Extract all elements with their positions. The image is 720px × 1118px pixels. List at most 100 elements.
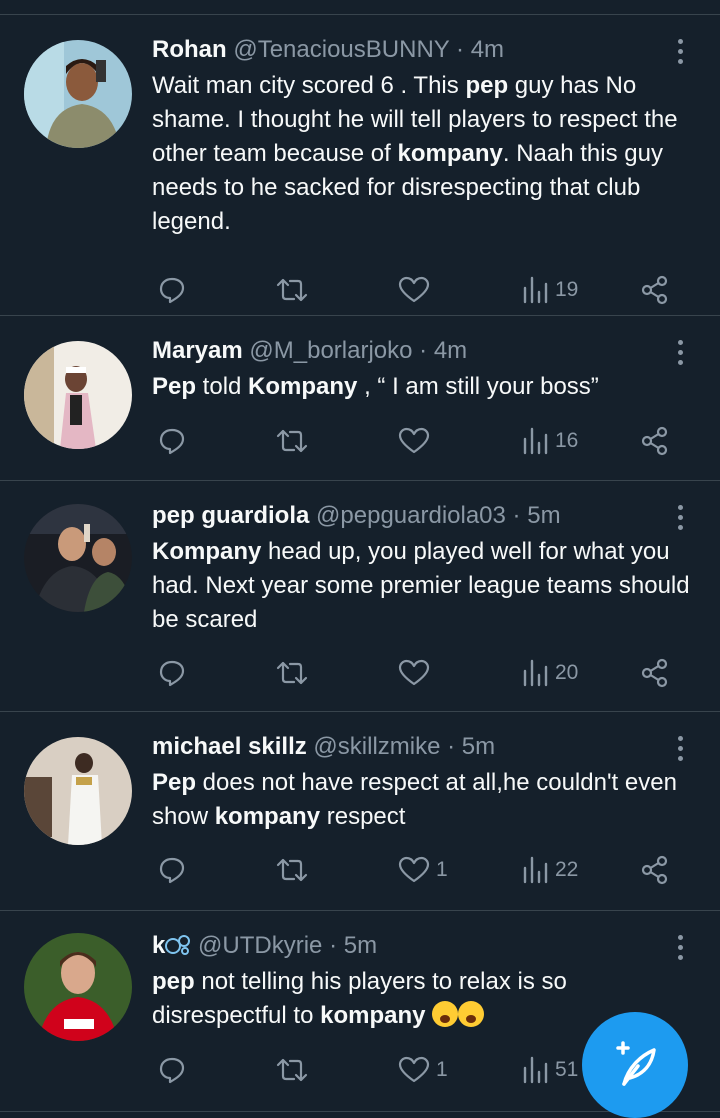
tweet-actions: 1 22 — [0, 850, 720, 890]
retweet-button[interactable] — [274, 1050, 310, 1090]
views-button[interactable]: 51 — [521, 1050, 578, 1090]
tweet-header: k @UTDkyrie · 5m — [152, 931, 377, 961]
display-name[interactable]: k — [152, 932, 165, 959]
more-icon[interactable] — [670, 340, 690, 370]
tweet-header: michael skillz @skillzmike · 5m — [152, 732, 495, 762]
tweet-text-segment: told — [196, 373, 249, 400]
display-name[interactable]: Maryam — [152, 337, 243, 364]
display-name[interactable]: michael skillz — [152, 733, 307, 760]
share-button[interactable] — [640, 270, 670, 310]
timestamp[interactable]: 5m — [462, 733, 495, 760]
retweet-button[interactable] — [274, 421, 310, 461]
retweet-button[interactable] — [274, 850, 310, 890]
like-button[interactable]: 1 — [398, 1050, 448, 1090]
tweet-text-segment: Wait man city scored 6 . This — [152, 72, 466, 99]
separator-dot: · — [419, 337, 428, 364]
tweet-actions: 16 — [0, 421, 720, 461]
tweet-text-segment: , “ I am still your boss” — [357, 373, 599, 400]
like-button[interactable] — [398, 653, 436, 693]
heart-icon — [398, 276, 430, 303]
reply-button[interactable] — [158, 270, 186, 310]
tweet-text: Pep does not have respect at all,he coul… — [152, 766, 697, 834]
reply-icon — [159, 428, 185, 455]
reply-button[interactable] — [158, 1050, 186, 1090]
user-handle[interactable]: @M_borlarjoko — [249, 337, 412, 364]
crying-emoji-icon — [458, 1001, 485, 1027]
views-button[interactable]: 20 — [521, 653, 578, 693]
separator-dot: · — [512, 502, 521, 529]
display-name[interactable]: Rohan — [152, 36, 227, 63]
like-count: 1 — [436, 858, 448, 881]
user-handle[interactable]: @pepguardiola03 — [316, 502, 506, 529]
retweet-button[interactable] — [274, 653, 310, 693]
reply-icon — [159, 660, 185, 687]
separator-dot: · — [456, 36, 465, 63]
views-button[interactable]: 16 — [521, 421, 578, 461]
avatar[interactable] — [24, 504, 132, 612]
tweet[interactable]: michael skillz @skillzmike · 5m Pep does… — [0, 712, 720, 911]
mention-term: pep — [152, 968, 195, 995]
view-count: 19 — [555, 278, 579, 301]
mention-term: kompany — [397, 140, 503, 167]
retweet-icon — [276, 858, 308, 882]
share-icon — [641, 658, 668, 688]
views-button[interactable]: 22 — [521, 850, 578, 890]
timestamp[interactable]: 4m — [471, 36, 504, 63]
user-handle[interactable]: @TenaciousBUNNY — [233, 36, 449, 63]
timestamp[interactable]: 5m — [344, 932, 377, 959]
like-button[interactable] — [398, 421, 436, 461]
views-icon — [523, 427, 548, 455]
reply-button[interactable] — [158, 850, 186, 890]
heart-icon — [398, 1056, 430, 1083]
reply-button[interactable] — [158, 653, 186, 693]
more-icon[interactable] — [670, 505, 690, 535]
mention-term: pep — [465, 72, 509, 99]
like-count: 1 — [436, 1058, 448, 1081]
view-count: 20 — [555, 661, 579, 684]
tweet-text-segment — [425, 1002, 432, 1029]
more-icon[interactable] — [670, 935, 690, 965]
tweet-header: pep guardiola @pepguardiola03 · 5m — [152, 501, 561, 531]
tweet[interactable]: Maryam @M_borlarjoko · 4m Pep told Kompa… — [0, 316, 720, 481]
avatar[interactable] — [24, 737, 132, 845]
views-button[interactable]: 19 — [521, 270, 578, 310]
share-button[interactable] — [640, 653, 670, 693]
display-name[interactable]: pep guardiola — [152, 502, 309, 529]
mention-term: Pep — [152, 373, 197, 400]
heart-icon — [398, 427, 430, 454]
like-button[interactable] — [398, 270, 436, 310]
retweet-icon — [276, 1058, 308, 1082]
top-divider — [0, 0, 720, 15]
more-icon[interactable] — [670, 39, 690, 69]
tweet-text: Pep told Kompany , “ I am still your bos… — [152, 370, 697, 404]
separator-dot: · — [447, 733, 456, 760]
mention-term: Kompany — [248, 373, 358, 400]
mention-term: kompany — [214, 803, 321, 830]
avatar[interactable] — [24, 933, 132, 1041]
views-icon — [523, 856, 548, 884]
view-count: 51 — [555, 1058, 579, 1081]
share-icon — [641, 426, 668, 456]
tweet[interactable]: Rohan @TenaciousBUNNY · 4m Wait man city… — [0, 15, 720, 316]
compose-button[interactable] — [582, 1012, 688, 1118]
retweet-button[interactable] — [274, 270, 310, 310]
heart-icon — [398, 659, 430, 686]
compose-icon — [616, 1041, 656, 1086]
like-button[interactable]: 1 — [398, 850, 448, 890]
avatar[interactable] — [24, 40, 132, 148]
retweet-icon — [276, 429, 308, 453]
more-icon[interactable] — [670, 736, 690, 766]
reply-button[interactable] — [158, 421, 186, 461]
tweet-text-segment: respect — [320, 803, 406, 830]
share-button[interactable] — [640, 421, 670, 461]
share-icon — [641, 855, 668, 885]
user-handle[interactable]: @UTDkyrie — [198, 932, 322, 959]
separator-dot: · — [329, 932, 338, 959]
share-button[interactable] — [640, 850, 670, 890]
tweet[interactable]: pep guardiola @pepguardiola03 · 5m Kompa… — [0, 481, 720, 712]
timestamp[interactable]: 4m — [434, 337, 467, 364]
share-icon — [641, 275, 668, 305]
user-handle[interactable]: @skillzmike — [313, 733, 440, 760]
reply-icon — [159, 1057, 185, 1084]
timestamp[interactable]: 5m — [527, 502, 560, 529]
